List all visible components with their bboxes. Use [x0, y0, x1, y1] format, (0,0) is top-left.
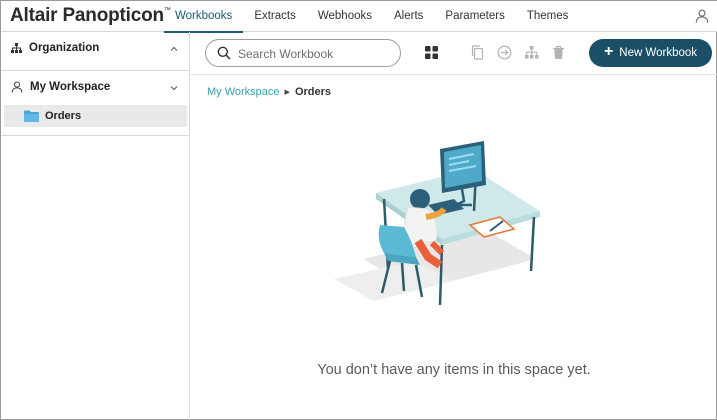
- tab-parameters[interactable]: Parameters: [434, 1, 515, 32]
- search-icon: [217, 46, 231, 60]
- move-icon[interactable]: [497, 45, 512, 60]
- user-icon: [11, 81, 23, 93]
- breadcrumb-link-my-workspace[interactable]: My Workspace: [207, 86, 280, 98]
- top-bar: Altair Panopticon™ Workbooks Extracts We…: [1, 1, 717, 33]
- new-workbook-label: New Workbook: [619, 47, 698, 59]
- app-window: Altair Panopticon™ Workbooks Extracts We…: [0, 0, 717, 420]
- breadcrumb-arrow-icon: ▶: [284, 89, 290, 96]
- empty-state-message: You don’t have any items in this space y…: [317, 362, 591, 378]
- copy-icon[interactable]: [470, 45, 485, 60]
- tab-extracts[interactable]: Extracts: [243, 1, 307, 32]
- search-box: [205, 39, 401, 67]
- new-workbook-button[interactable]: + New Workbook: [589, 39, 712, 67]
- hierarchy-icon[interactable]: [524, 45, 539, 60]
- folder-label: Orders: [45, 110, 82, 122]
- tab-alerts[interactable]: Alerts: [383, 1, 434, 32]
- organization-label: Organization: [29, 42, 100, 54]
- sidebar-item-orders[interactable]: Orders: [4, 105, 187, 127]
- breadcrumb-current: Orders: [294, 86, 332, 98]
- sidebar: Organization My Workspace Orders: [1, 32, 190, 420]
- user-profile-icon[interactable]: [695, 9, 709, 23]
- tab-webhooks[interactable]: Webhooks: [307, 1, 383, 32]
- main-nav: Workbooks Extracts Webhooks Alerts Param…: [164, 1, 580, 33]
- trash-icon[interactable]: [551, 45, 566, 60]
- plus-icon: +: [603, 43, 614, 60]
- toolbar: + New Workbook: [190, 32, 717, 75]
- tab-themes[interactable]: Themes: [516, 1, 580, 32]
- folder-icon: [24, 110, 39, 122]
- sidebar-item-organization[interactable]: Organization: [1, 32, 189, 71]
- grid-view-icon[interactable]: [424, 45, 439, 60]
- workspace-label: My Workspace: [30, 81, 111, 93]
- hierarchy-icon: [11, 43, 22, 53]
- empty-state-illustration: [304, 141, 606, 313]
- brand-logo: Altair Panopticon™: [10, 5, 171, 26]
- chevron-up-icon[interactable]: [169, 44, 179, 54]
- chevron-down-icon[interactable]: [169, 83, 179, 93]
- breadcrumb: My Workspace ▶ Orders: [207, 86, 331, 98]
- tab-workbooks[interactable]: Workbooks: [164, 1, 244, 33]
- search-input[interactable]: [238, 45, 393, 62]
